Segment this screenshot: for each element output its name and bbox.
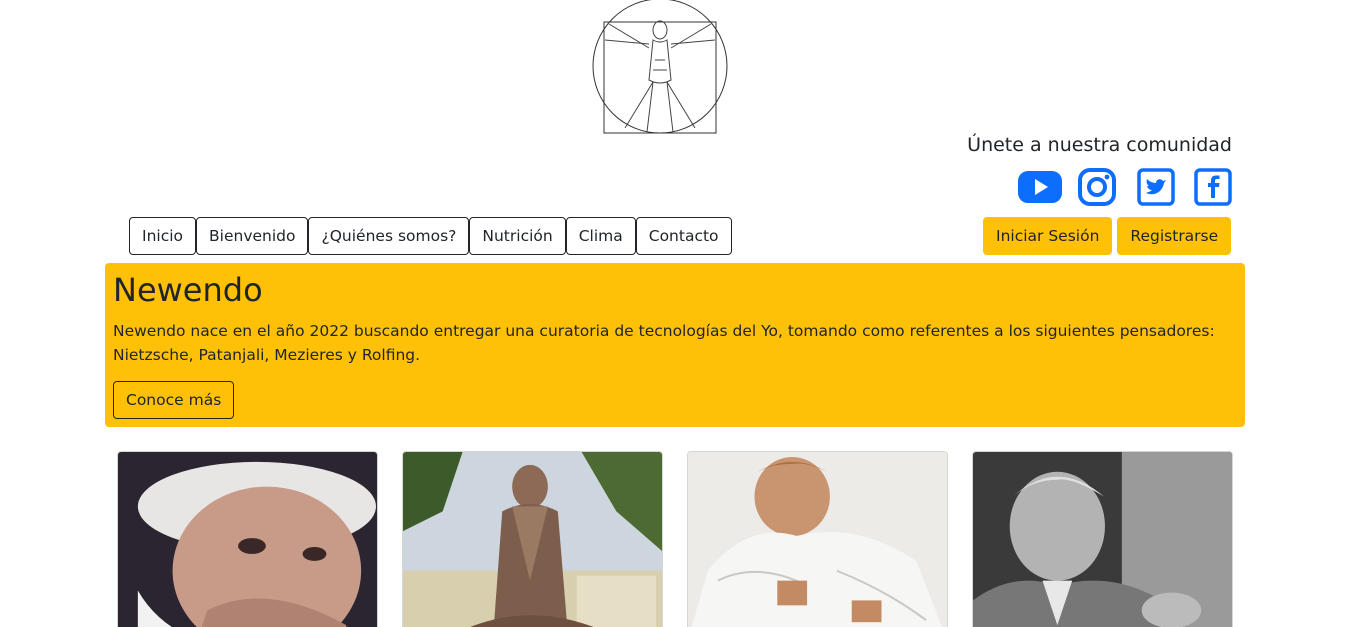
nav-inicio[interactable]: Inicio <box>129 217 197 255</box>
learn-more-button[interactable]: Conoce más <box>113 381 235 419</box>
nav-clima[interactable]: Clima <box>565 217 636 255</box>
register-button[interactable]: Registrarse <box>1117 217 1232 255</box>
login-button[interactable]: Iniciar Sesión <box>983 217 1113 255</box>
instagram-icon[interactable] <box>1078 168 1116 206</box>
nav-quienes-somos[interactable]: ¿Quiénes somos? <box>308 217 470 255</box>
card-portrait-elderly-woman[interactable] <box>117 451 378 627</box>
hero-text: Newendo nace en el año 2022 buscando ent… <box>113 322 1215 364</box>
nav-nutricion[interactable]: Nutrición <box>469 217 566 255</box>
facebook-icon[interactable] <box>1194 168 1232 206</box>
hero-banner: Newendo Newendo nace en el año 2022 busc… <box>105 263 1245 427</box>
auth-buttons: Iniciar Sesión Registrarse <box>983 217 1232 255</box>
youtube-icon[interactable] <box>1017 168 1063 206</box>
card-elderly-man-portrait[interactable] <box>972 451 1233 627</box>
hero-title: Newendo <box>113 271 263 309</box>
nav-bienvenido[interactable]: Bienvenido <box>196 217 309 255</box>
vitruvian-man-logo[interactable] <box>591 0 729 136</box>
community-title: Únete a nuestra comunidad <box>967 134 1232 156</box>
card-statue-patanjali[interactable] <box>402 451 663 627</box>
twitter-icon[interactable] <box>1137 168 1175 206</box>
nav-contacto[interactable]: Contacto <box>635 217 732 255</box>
main-nav: Inicio Bienvenido ¿Quiénes somos? Nutric… <box>129 217 732 255</box>
card-man-in-white-coat[interactable] <box>687 451 948 627</box>
